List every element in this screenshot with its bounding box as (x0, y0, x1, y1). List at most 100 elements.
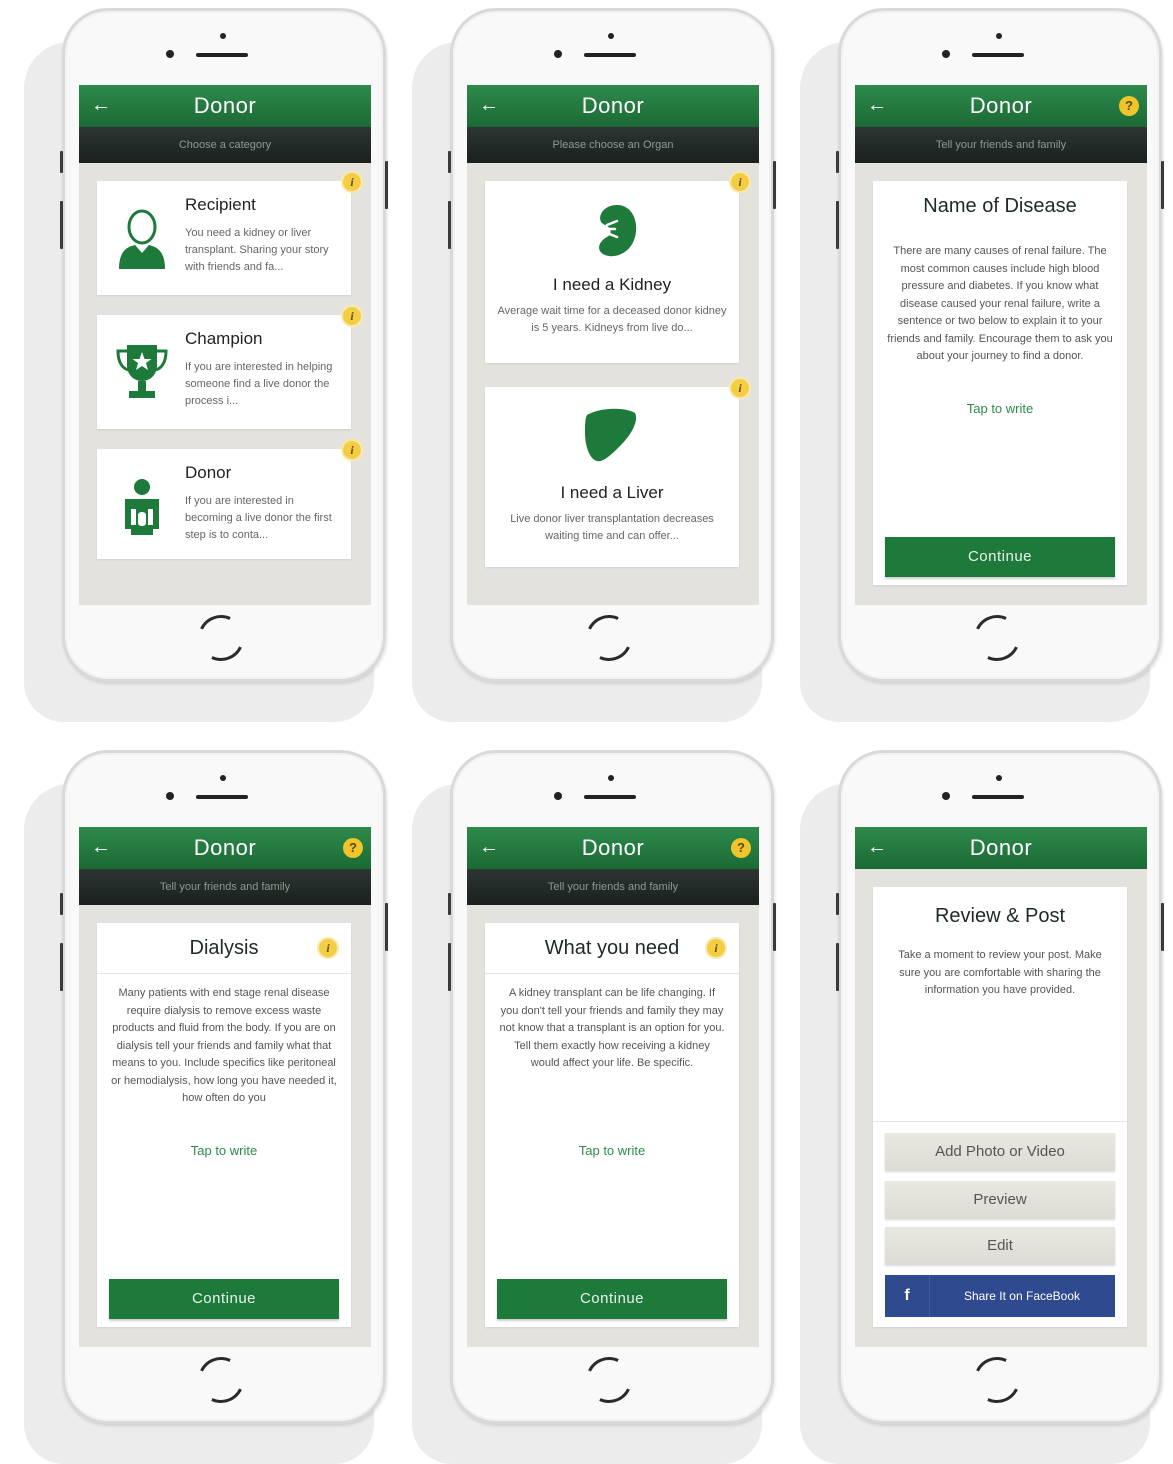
power-button (773, 903, 776, 951)
earpiece-speaker (972, 795, 1024, 799)
preview-button[interactable]: Preview (885, 1181, 1115, 1219)
phone-frame: ← Donor ? Tell your friends and family W… (448, 750, 776, 1424)
app-screen: ← Donor ? Tell your friends and family W… (467, 827, 759, 1347)
volume-up-button (836, 201, 839, 249)
card-title: Review & Post (934, 905, 1066, 927)
card-title: What you need (544, 937, 680, 959)
front-camera (554, 50, 562, 58)
phone-dialysis: ← Donor ? Tell your friends and family D… (24, 750, 392, 1464)
home-button[interactable] (579, 608, 639, 668)
tap-to-write[interactable]: Tap to write (873, 401, 1127, 416)
power-button (773, 161, 776, 209)
sensor-dot (220, 775, 226, 781)
phone-disease: ← Donor ? Tell your friends and family N… (800, 8, 1168, 722)
tap-to-write[interactable]: Tap to write (97, 1143, 351, 1158)
organ-title: I need a Liver (560, 483, 664, 502)
front-camera (554, 792, 562, 800)
tap-to-write[interactable]: Tap to write (485, 1143, 739, 1158)
app-header: ← Donor (79, 85, 371, 127)
organ-card-kidney[interactable]: I need a Kidney Average wait time for a … (485, 181, 739, 363)
card-body: A kidney transplant can be life changing… (499, 987, 725, 1069)
earpiece-speaker (196, 795, 248, 799)
card-divider (97, 973, 351, 974)
continue-button[interactable]: Continue (497, 1279, 727, 1319)
sensor-dot (220, 33, 226, 39)
category-description: If you are interested in becoming a live… (185, 495, 332, 541)
mute-switch (836, 893, 839, 915)
header-title: Donor (581, 835, 645, 860)
earpiece-speaker (972, 53, 1024, 57)
home-button[interactable] (967, 608, 1027, 668)
card-body: There are many causes of renal failure. … (887, 245, 1113, 362)
front-camera (166, 50, 174, 58)
info-icon[interactable]: i (341, 439, 363, 461)
power-button (385, 161, 388, 209)
info-icon[interactable]: i (341, 305, 363, 327)
sensor-dot (608, 775, 614, 781)
app-screen: ← Donor Choose a category Recipient You … (79, 85, 371, 605)
front-camera (166, 792, 174, 800)
app-screen: ← Donor ? Tell your friends and family N… (855, 85, 1147, 605)
app-screen: ← Donor Please choose an Organ I need a … (467, 85, 759, 605)
category-card-donor[interactable]: Donor If you are interested in becoming … (97, 449, 351, 559)
volume-up-button (60, 943, 63, 991)
add-photo-video-button[interactable]: Add Photo or Video (885, 1133, 1115, 1171)
app-header: ← Donor (467, 85, 759, 127)
help-icon[interactable]: ? (1119, 96, 1139, 116)
mute-switch (836, 151, 839, 173)
home-button[interactable] (967, 1350, 1027, 1410)
earpiece-speaker (584, 53, 636, 57)
organ-description: Live donor liver transplantation decreas… (510, 513, 714, 542)
card-divider (873, 1121, 1127, 1122)
app-header: ← Donor ? (855, 85, 1147, 127)
front-camera (942, 50, 950, 58)
help-icon[interactable]: ? (343, 838, 363, 858)
info-icon[interactable]: i (705, 937, 727, 959)
liver-icon (585, 408, 637, 462)
info-icon[interactable]: i (341, 171, 363, 193)
category-card-champion[interactable]: Champion If you are interested in helpin… (97, 315, 351, 429)
phone-frame: ← Donor ? Tell your friends and family N… (836, 8, 1164, 682)
mute-switch (448, 151, 451, 173)
app-screen: ← Donor ? Tell your friends and family D… (79, 827, 371, 1347)
review-card: Review & Post Take a moment to review yo… (873, 887, 1127, 1327)
continue-button[interactable]: Continue (885, 537, 1115, 577)
sensor-dot (608, 33, 614, 39)
share-facebook-button[interactable]: f Share It on FaceBook (885, 1275, 1115, 1317)
category-description: If you are interested in helping someone… (185, 361, 333, 407)
volume-up-button (448, 943, 451, 991)
question-card: Name of Disease There are many causes of… (873, 181, 1127, 585)
earpiece-speaker (196, 53, 248, 57)
organ-description: Average wait time for a deceased donor k… (497, 305, 727, 334)
phone-frame: ← Donor Please choose an Organ I need a … (448, 8, 776, 682)
edit-button[interactable]: Edit (885, 1227, 1115, 1265)
kidney-icon (599, 205, 637, 257)
phone-frame: ← Donor Choose a category Recipient You … (60, 8, 388, 682)
help-icon[interactable]: ? (731, 838, 751, 858)
continue-button[interactable]: Continue (109, 1279, 339, 1319)
card-body: Take a moment to review your post. Make … (898, 949, 1102, 996)
header-title: Donor (193, 835, 257, 860)
app-header: ← Donor ? (467, 827, 759, 869)
home-button[interactable] (191, 1350, 251, 1410)
earpiece-speaker (584, 795, 636, 799)
header-title: Donor (193, 93, 257, 118)
category-title: Champion (185, 329, 263, 348)
info-icon[interactable]: i (729, 171, 751, 193)
mute-switch (60, 893, 63, 915)
organ-card-liver[interactable]: I need a Liver Live donor liver transpla… (485, 387, 739, 567)
home-button[interactable] (579, 1350, 639, 1410)
power-button (1161, 161, 1164, 209)
info-icon[interactable]: i (317, 937, 339, 959)
card-title: Name of Disease (923, 195, 1077, 217)
card-divider (485, 973, 739, 974)
header-subtitle: Tell your friends and family (855, 127, 1147, 163)
person-outline-icon (119, 209, 165, 269)
home-button[interactable] (191, 608, 251, 668)
info-icon[interactable]: i (729, 377, 751, 399)
card-title: Dialysis (189, 937, 259, 959)
header-subtitle: Tell your friends and family (79, 869, 371, 905)
phone-what-you-need: ← Donor ? Tell your friends and family W… (412, 750, 780, 1464)
category-card-recipient[interactable]: Recipient You need a kidney or liver tra… (97, 181, 351, 295)
category-description: You need a kidney or liver transplant. S… (185, 227, 329, 273)
